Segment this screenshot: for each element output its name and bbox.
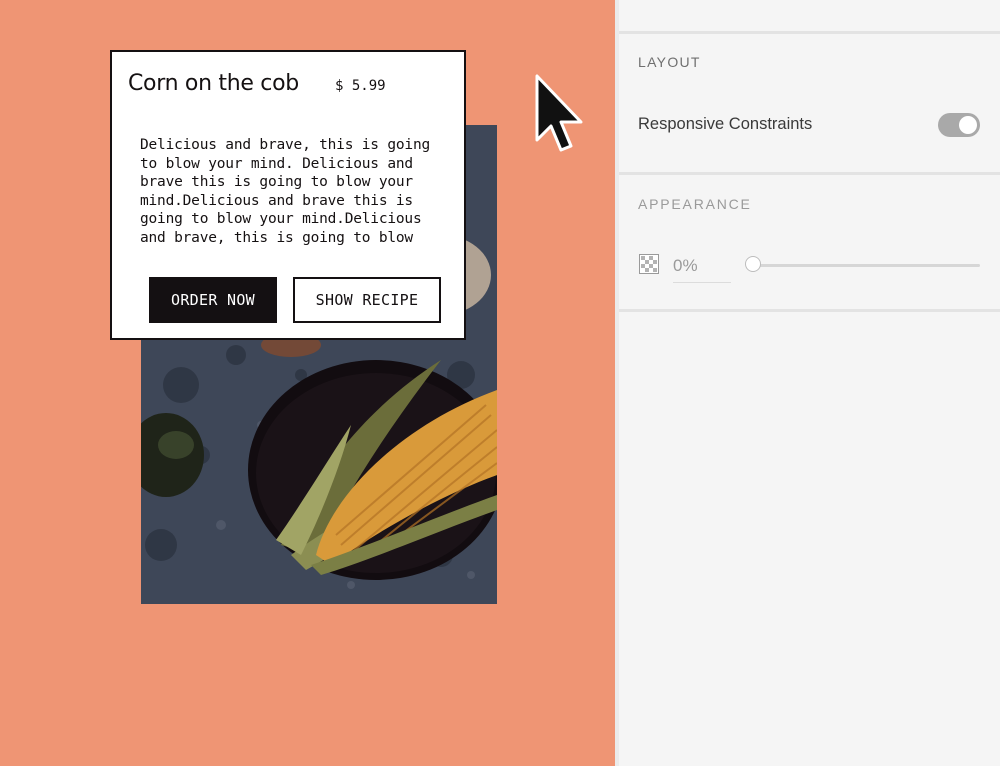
panel-divider — [619, 31, 1000, 34]
appearance-section-title: APPEARANCE — [638, 196, 752, 212]
product-card: Corn on the cob $ 5.99 Delicious and bra… — [110, 50, 466, 340]
panel-divider — [619, 172, 1000, 175]
opacity-slider-thumb[interactable] — [745, 256, 761, 272]
product-description: Delicious and brave, this is going to bl… — [140, 137, 431, 246]
responsive-constraints-label: Responsive Constraints — [638, 115, 813, 133]
artboard-canvas[interactable]: Corn on the cob $ 5.99 Delicious and bra… — [0, 0, 615, 766]
layout-section-title: LAYOUT — [638, 54, 701, 70]
order-now-button[interactable]: ORDER NOW — [149, 277, 277, 323]
responsive-constraints-toggle[interactable] — [938, 113, 980, 137]
show-recipe-button[interactable]: SHOW RECIPE — [293, 277, 441, 323]
opacity-slider[interactable] — [745, 256, 980, 272]
opacity-value: 0% — [673, 256, 698, 275]
opacity-input[interactable]: 0% — [673, 253, 731, 283]
panel-divider — [619, 309, 1000, 312]
arrow-cursor-icon — [535, 74, 583, 152]
product-title: Corn on the cob — [128, 71, 299, 96]
product-price: $ 5.99 — [335, 78, 386, 94]
properties-panel: LAYOUT Responsive Constraints APPEARANCE… — [615, 0, 1000, 766]
checkerboard-opacity-icon — [639, 254, 659, 274]
toggle-knob — [959, 116, 977, 134]
